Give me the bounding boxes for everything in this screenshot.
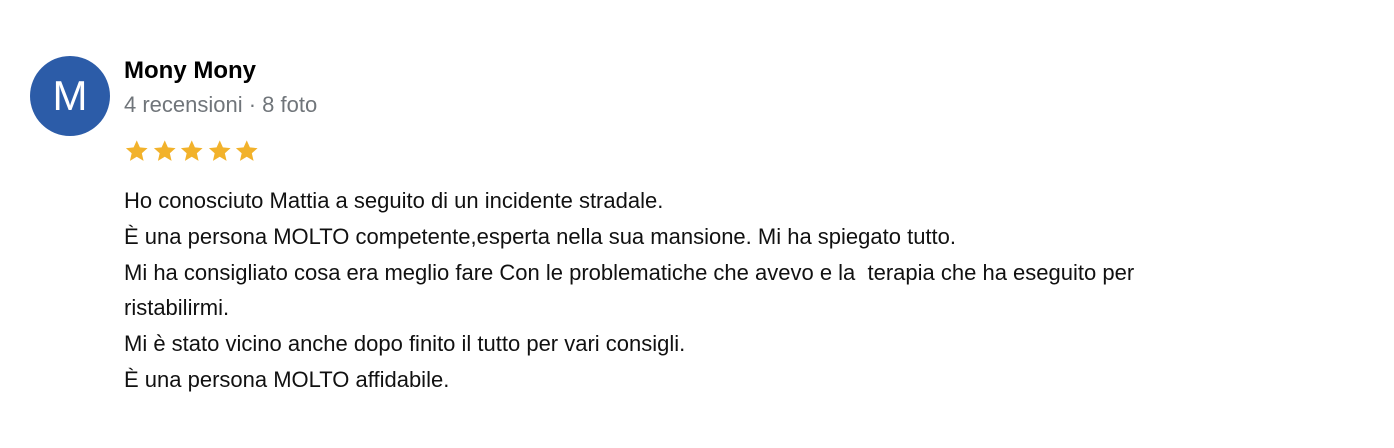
avatar-initial: M (52, 72, 88, 119)
review-text: Ho conosciuto Mattia a seguito di un inc… (124, 183, 1364, 398)
author-name[interactable]: Mony Mony (124, 57, 256, 85)
review-text-line: Mi è stato vicino anche dopo finito il t… (124, 331, 686, 357)
star-icon (125, 140, 148, 161)
star-icon (153, 140, 176, 161)
star-rating (123, 138, 261, 166)
review-text-line: ristabilirmi. (124, 295, 230, 321)
avatar[interactable]: M (30, 56, 110, 136)
review-card: M Mony Mony 4 recensioni · 8 foto Ho con… (0, 0, 1394, 448)
review-text-line: È una persona MOLTO affidabile. (124, 366, 450, 392)
author-stats: 4 recensioni · 8 foto (124, 92, 318, 117)
review-text-line: Ho conosciuto Mattia a seguito di un inc… (124, 188, 664, 213)
star-icon (208, 140, 231, 161)
star-icon (235, 140, 258, 161)
review-text-line: Mi ha consigliato cosa era meglio fare C… (124, 259, 1135, 285)
review-text-line: È una persona MOLTO competente,esperta n… (124, 223, 957, 249)
star-icon (180, 140, 203, 161)
